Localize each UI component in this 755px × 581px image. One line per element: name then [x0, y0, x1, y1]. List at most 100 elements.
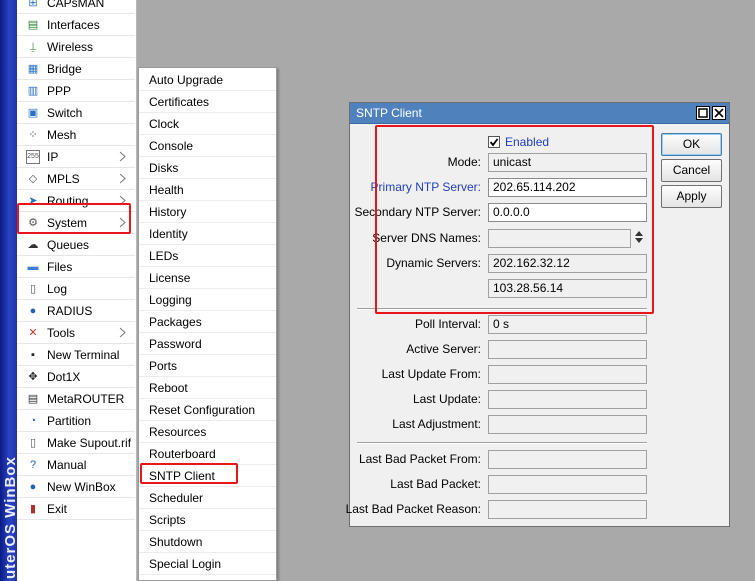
wireless-icon: ⍊	[29, 40, 37, 53]
menu-item-label: MetaROUTER	[47, 391, 125, 406]
menu-item-metarouter[interactable]: ▤ MetaROUTER	[17, 388, 135, 410]
menu-item-mpls[interactable]: ◇ MPLS	[17, 168, 135, 190]
submenu-item-health[interactable]: Health	[139, 179, 276, 201]
ok-button[interactable]: OK	[661, 133, 722, 156]
submenu-item-leds[interactable]: LEDs	[139, 245, 276, 267]
maximize-button[interactable]	[696, 106, 710, 120]
menu-item-files[interactable]: ▬ Files	[17, 256, 135, 278]
submenu-item-special-login[interactable]: Special Login	[139, 553, 276, 575]
menu-item-label: Tools	[47, 325, 76, 340]
settings-highlight-annotation	[375, 125, 654, 314]
submenu-item-clock[interactable]: Clock	[139, 113, 276, 135]
menu-item-exit[interactable]: ▮ Exit	[17, 498, 135, 520]
last-update-value	[488, 390, 647, 409]
partition-icon: ◔	[29, 414, 37, 427]
menu-item-label: PPP	[47, 83, 72, 98]
menu-item-partition[interactable]: ◔ Partition	[17, 410, 135, 432]
menu-item-ip[interactable]: 255 IP	[17, 146, 135, 168]
submenu-item-identity[interactable]: Identity	[139, 223, 276, 245]
menu-item-wireless[interactable]: ⍊ Wireless	[17, 36, 135, 58]
submenu-item-history[interactable]: History	[139, 201, 276, 223]
log-icon: ▯	[29, 282, 37, 295]
menu-item-label: Exit	[47, 501, 68, 516]
menu-item-capsman[interactable]: ⊞ CAPsMAN	[17, 0, 135, 14]
last-adjustment-value	[488, 415, 647, 434]
menu-item-radius[interactable]: ● RADIUS	[17, 300, 135, 322]
submenu-item-certificates[interactable]: Certificates	[139, 91, 276, 113]
submenu-item-logging[interactable]: Logging	[139, 289, 276, 311]
maximize-icon	[698, 108, 708, 118]
submenu-arrow-icon	[119, 327, 126, 338]
menu-item-label: Wireless	[47, 39, 94, 54]
poll-interval-label: Poll Interval:	[414, 317, 481, 331]
submenu-item-resources[interactable]: Resources	[139, 421, 276, 443]
active-server-value	[488, 340, 647, 359]
submenu-item-reset-configuration[interactable]: Reset Configuration	[139, 399, 276, 421]
dot1x-icon: ✥	[28, 370, 38, 383]
submenu-item-routerboard[interactable]: Routerboard	[139, 443, 276, 465]
menu-item-switch[interactable]: ▣ Switch	[17, 102, 135, 124]
submenu-item-ports[interactable]: Ports	[139, 355, 276, 377]
last-bad-packet-value	[488, 475, 647, 494]
submenu-item-packages[interactable]: Packages	[139, 311, 276, 333]
menu-item-label: New WinBox	[47, 479, 116, 494]
menu-item-mesh[interactable]: ⁘ Mesh	[17, 124, 135, 146]
winbox-icon: ●	[29, 480, 37, 493]
ip-icon: 255	[26, 149, 40, 164]
cancel-button[interactable]: Cancel	[661, 159, 722, 182]
apply-button[interactable]: Apply	[661, 185, 722, 208]
menu-item-label: Queues	[47, 237, 90, 252]
menu-item-bridge[interactable]: ▦ Bridge	[17, 58, 135, 80]
submenu-item-auto-upgrade[interactable]: Auto Upgrade	[139, 69, 276, 91]
last-adjustment-label: Last Adjustment:	[392, 417, 481, 431]
sntp-client-highlight-annotation	[140, 463, 238, 484]
submenu-item-console[interactable]: Console	[139, 135, 276, 157]
submenu-item-scheduler[interactable]: Scheduler	[139, 487, 276, 509]
close-button[interactable]	[712, 106, 726, 120]
last-update-from-value	[488, 365, 647, 384]
queues-icon: ☁	[27, 238, 39, 251]
menu-item-tools[interactable]: ✕ Tools	[17, 322, 135, 344]
system-submenu: Auto Upgrade Certificates Clock Console Disk…	[138, 67, 277, 581]
menu-item-label: Mesh	[47, 127, 77, 142]
dialog-title: SNTP Client	[356, 106, 422, 120]
submenu-item-password[interactable]: Password	[139, 333, 276, 355]
menu-item-new-terminal[interactable]: ▪ New Terminal	[17, 344, 135, 366]
mpls-icon: ◇	[28, 172, 38, 185]
menu-item-label: Dot1X	[47, 369, 81, 384]
active-server-label: Active Server:	[406, 342, 481, 356]
submenu-item-reboot[interactable]: Reboot	[139, 377, 276, 399]
supout-icon: ▯	[29, 436, 37, 449]
menu-item-interfaces[interactable]: ▤ Interfaces	[17, 14, 135, 36]
close-icon	[714, 108, 724, 118]
poll-interval-value: 0 s	[488, 315, 647, 334]
menu-item-queues[interactable]: ☁ Queues	[17, 234, 135, 256]
last-update-label: Last Update:	[412, 392, 481, 406]
metarouter-icon: ▤	[27, 392, 39, 405]
mesh-icon: ⁘	[28, 128, 38, 141]
menu-item-make-supout-rif[interactable]: ▯ Make Supout.rif	[17, 432, 135, 454]
submenu-item-license[interactable]: License	[139, 267, 276, 289]
menu-item-label: Make Supout.rif	[47, 435, 132, 450]
ppp-icon: ▥	[27, 84, 39, 97]
radius-icon: ●	[29, 304, 37, 317]
menu-item-manual[interactable]: ? Manual	[17, 454, 135, 476]
submenu-item-disks[interactable]: Disks	[139, 157, 276, 179]
last-bad-packet-from-value	[488, 450, 647, 469]
last-update-from-label: Last Update From:	[381, 367, 481, 381]
menu-item-label: Bridge	[47, 61, 82, 76]
bridge-icon: ▦	[27, 62, 39, 75]
menu-item-label: IP	[47, 149, 59, 164]
menu-item-ppp[interactable]: ▥ PPP	[17, 80, 135, 102]
dialog-divider	[357, 442, 647, 444]
submenu-item-scripts[interactable]: Scripts	[139, 509, 276, 531]
menu-item-label: New Terminal	[47, 347, 120, 362]
last-bad-packet-reason-label: Last Bad Packet Reason:	[345, 502, 481, 516]
menu-item-new-winbox[interactable]: ● New WinBox	[17, 476, 135, 498]
submenu-item-shutdown[interactable]: Shutdown	[139, 531, 276, 553]
menu-item-log[interactable]: ▯ Log	[17, 278, 135, 300]
menu-item-dot1x[interactable]: ✥ Dot1X	[17, 366, 135, 388]
dialog-titlebar[interactable]: SNTP Client	[350, 103, 729, 124]
tools-icon: ✕	[28, 326, 38, 339]
exit-icon: ▮	[29, 502, 37, 515]
